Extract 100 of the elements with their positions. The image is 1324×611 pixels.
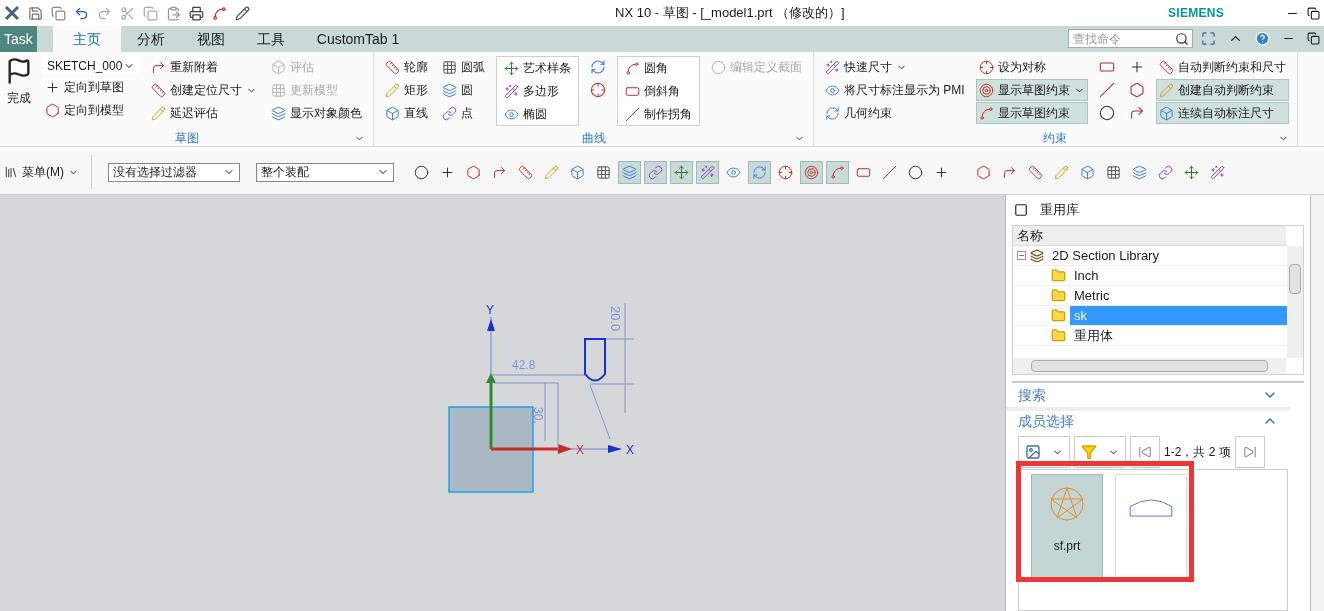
finish-button[interactable]: 完成	[4, 56, 34, 108]
section-header[interactable]: 搜索	[1006, 383, 1290, 407]
undo-icon[interactable]	[74, 5, 89, 21]
ribbon-command[interactable]: 创建自动判断约束	[1155, 79, 1289, 101]
save-icon[interactable]	[28, 5, 43, 21]
ribbon-command[interactable]: 轮廓	[382, 56, 431, 78]
ribbon-command[interactable]: 圆弧	[439, 56, 488, 78]
layers-icon	[271, 105, 286, 121]
sketch-select[interactable]: SKETCH_000	[42, 56, 140, 75]
group-title: 草图	[174, 130, 199, 147]
curve-icon	[830, 164, 845, 180]
view-dropdown[interactable]	[1018, 436, 1070, 468]
circle-icon	[711, 59, 726, 75]
pentagram-preview-icon	[1050, 487, 1084, 521]
curve-icon	[978, 105, 994, 121]
folder-icon	[1051, 308, 1066, 323]
paste-icon[interactable]	[166, 5, 181, 21]
grid-icon	[271, 82, 286, 98]
axis-label: X	[626, 443, 634, 457]
ribbon-command[interactable]: 自动判断约束和尺寸	[1155, 56, 1289, 78]
ribbon-command[interactable]: 矩形	[382, 79, 431, 101]
crosshair-icon	[590, 82, 606, 98]
curve-icon[interactable]	[212, 5, 227, 21]
first-page-icon	[1138, 445, 1152, 459]
panel-toggle-icon[interactable]	[1014, 203, 1028, 217]
restore-icon[interactable]	[1307, 6, 1320, 20]
ruler-icon	[1158, 59, 1174, 75]
copy-icon[interactable]	[143, 5, 158, 21]
pencil-icon	[385, 82, 400, 98]
layers-icon	[442, 82, 457, 98]
corner-icon	[1128, 105, 1145, 121]
ribbon-command[interactable]: 显示草图约束	[975, 79, 1088, 101]
ribbon-command[interactable]: 多边形	[501, 80, 574, 102]
tree-item[interactable]: Inch	[1070, 265, 1287, 286]
filter-dropdown[interactable]	[1074, 436, 1126, 468]
ribbon-command[interactable]: 连续自动标注尺寸	[1155, 102, 1289, 124]
menu-button[interactable]: 菜单(M)	[4, 155, 92, 189]
ribbon-command[interactable]: 将尺寸标注显示为 PMI	[822, 79, 968, 101]
cube-icon	[1158, 105, 1174, 121]
ribbon-command[interactable]: 重新附着	[148, 56, 260, 78]
ribbon-command[interactable]: 显示草图约束	[975, 102, 1088, 124]
ribbon-command[interactable]: 艺术样条	[501, 57, 574, 79]
profile-sketch	[584, 338, 606, 382]
axis-label: X	[576, 443, 584, 457]
layers-icon	[1132, 164, 1147, 180]
pencil-icon	[1054, 164, 1069, 180]
ribbon-command[interactable]: 定向到模型	[42, 99, 140, 121]
restore-icon[interactable]	[1307, 32, 1320, 45]
ribbon-tab[interactable]: 主页	[52, 26, 121, 52]
refresh-icon	[825, 105, 840, 121]
ribbon-tab[interactable]: CustomTab 1	[300, 26, 416, 52]
layers-icon	[622, 164, 637, 180]
tree-item[interactable]: 重用体	[1070, 325, 1287, 346]
filter-select[interactable]: 没有选择过滤器	[108, 162, 240, 182]
ribbon-tab[interactable]: 分析	[120, 26, 181, 52]
ribbon-command[interactable]: 倒斜角	[622, 80, 695, 102]
command-search-field[interactable]: 查找命令	[1068, 29, 1193, 48]
circle-icon	[414, 164, 429, 180]
ribbon-command[interactable]: 设为对称	[975, 56, 1088, 78]
hexagon-icon	[466, 164, 481, 180]
section-header[interactable]: 成员选择	[1006, 407, 1290, 431]
first-page-button[interactable]	[1130, 436, 1160, 468]
last-page-button[interactable]	[1234, 436, 1265, 468]
frame-icon[interactable]	[1201, 31, 1216, 46]
ribbon-command[interactable]: 快速尺寸	[822, 56, 968, 78]
filter-select[interactable]: 整个装配	[256, 162, 394, 182]
horizontal-scrollbar[interactable]	[1013, 358, 1286, 374]
scrollbar[interactable]	[1287, 246, 1303, 358]
plus-icon	[440, 164, 455, 180]
tree-toggle-icon[interactable]	[1017, 251, 1026, 260]
ribbon-command[interactable]: 圆角	[622, 57, 695, 79]
ribbon-command[interactable]: 延迟评估	[148, 102, 260, 124]
ribbon-command[interactable]: 圆	[439, 79, 488, 101]
ribbon-command[interactable]: 创建定位尺寸	[148, 79, 260, 101]
ribbon-command[interactable]: 几何约束	[822, 102, 968, 124]
ribbon-command[interactable]: 定向到草图	[42, 76, 140, 98]
ruler-icon	[518, 164, 533, 180]
ribbon-command[interactable]: 直线	[382, 102, 431, 124]
wand-icon	[1210, 164, 1225, 180]
circle-icon	[908, 164, 923, 180]
task-tab[interactable]: Task	[0, 26, 37, 52]
printer-icon[interactable]	[189, 5, 204, 21]
ribbon-command[interactable]: 制作拐角	[622, 103, 695, 125]
graphics-canvas[interactable]: 42.8 30. 20.0 Y X X	[0, 195, 1005, 611]
redo-icon[interactable]	[97, 5, 112, 21]
scissors-icon[interactable]	[120, 5, 135, 21]
wand-icon	[825, 59, 840, 75]
ribbon-tab[interactable]: 视图	[180, 26, 241, 52]
pencil-icon[interactable]	[235, 5, 250, 21]
tree-item[interactable]: 2D Section Library	[1048, 245, 1163, 266]
cube-icon	[570, 164, 585, 180]
ribbon-command[interactable]: 点	[439, 102, 488, 124]
ribbon-command[interactable]: 椭圆	[501, 103, 574, 125]
ribbon-tab[interactable]: 工具	[240, 26, 301, 52]
plus-icon	[934, 164, 949, 180]
help-icon[interactable]	[1255, 31, 1270, 46]
member-thumbnail[interactable]	[1115, 474, 1187, 579]
tree-item[interactable]: Metric	[1070, 285, 1287, 306]
ribbon-command[interactable]: 显示对象颜色	[268, 102, 365, 124]
member-thumbnail[interactable]: sf.prt	[1031, 474, 1103, 579]
